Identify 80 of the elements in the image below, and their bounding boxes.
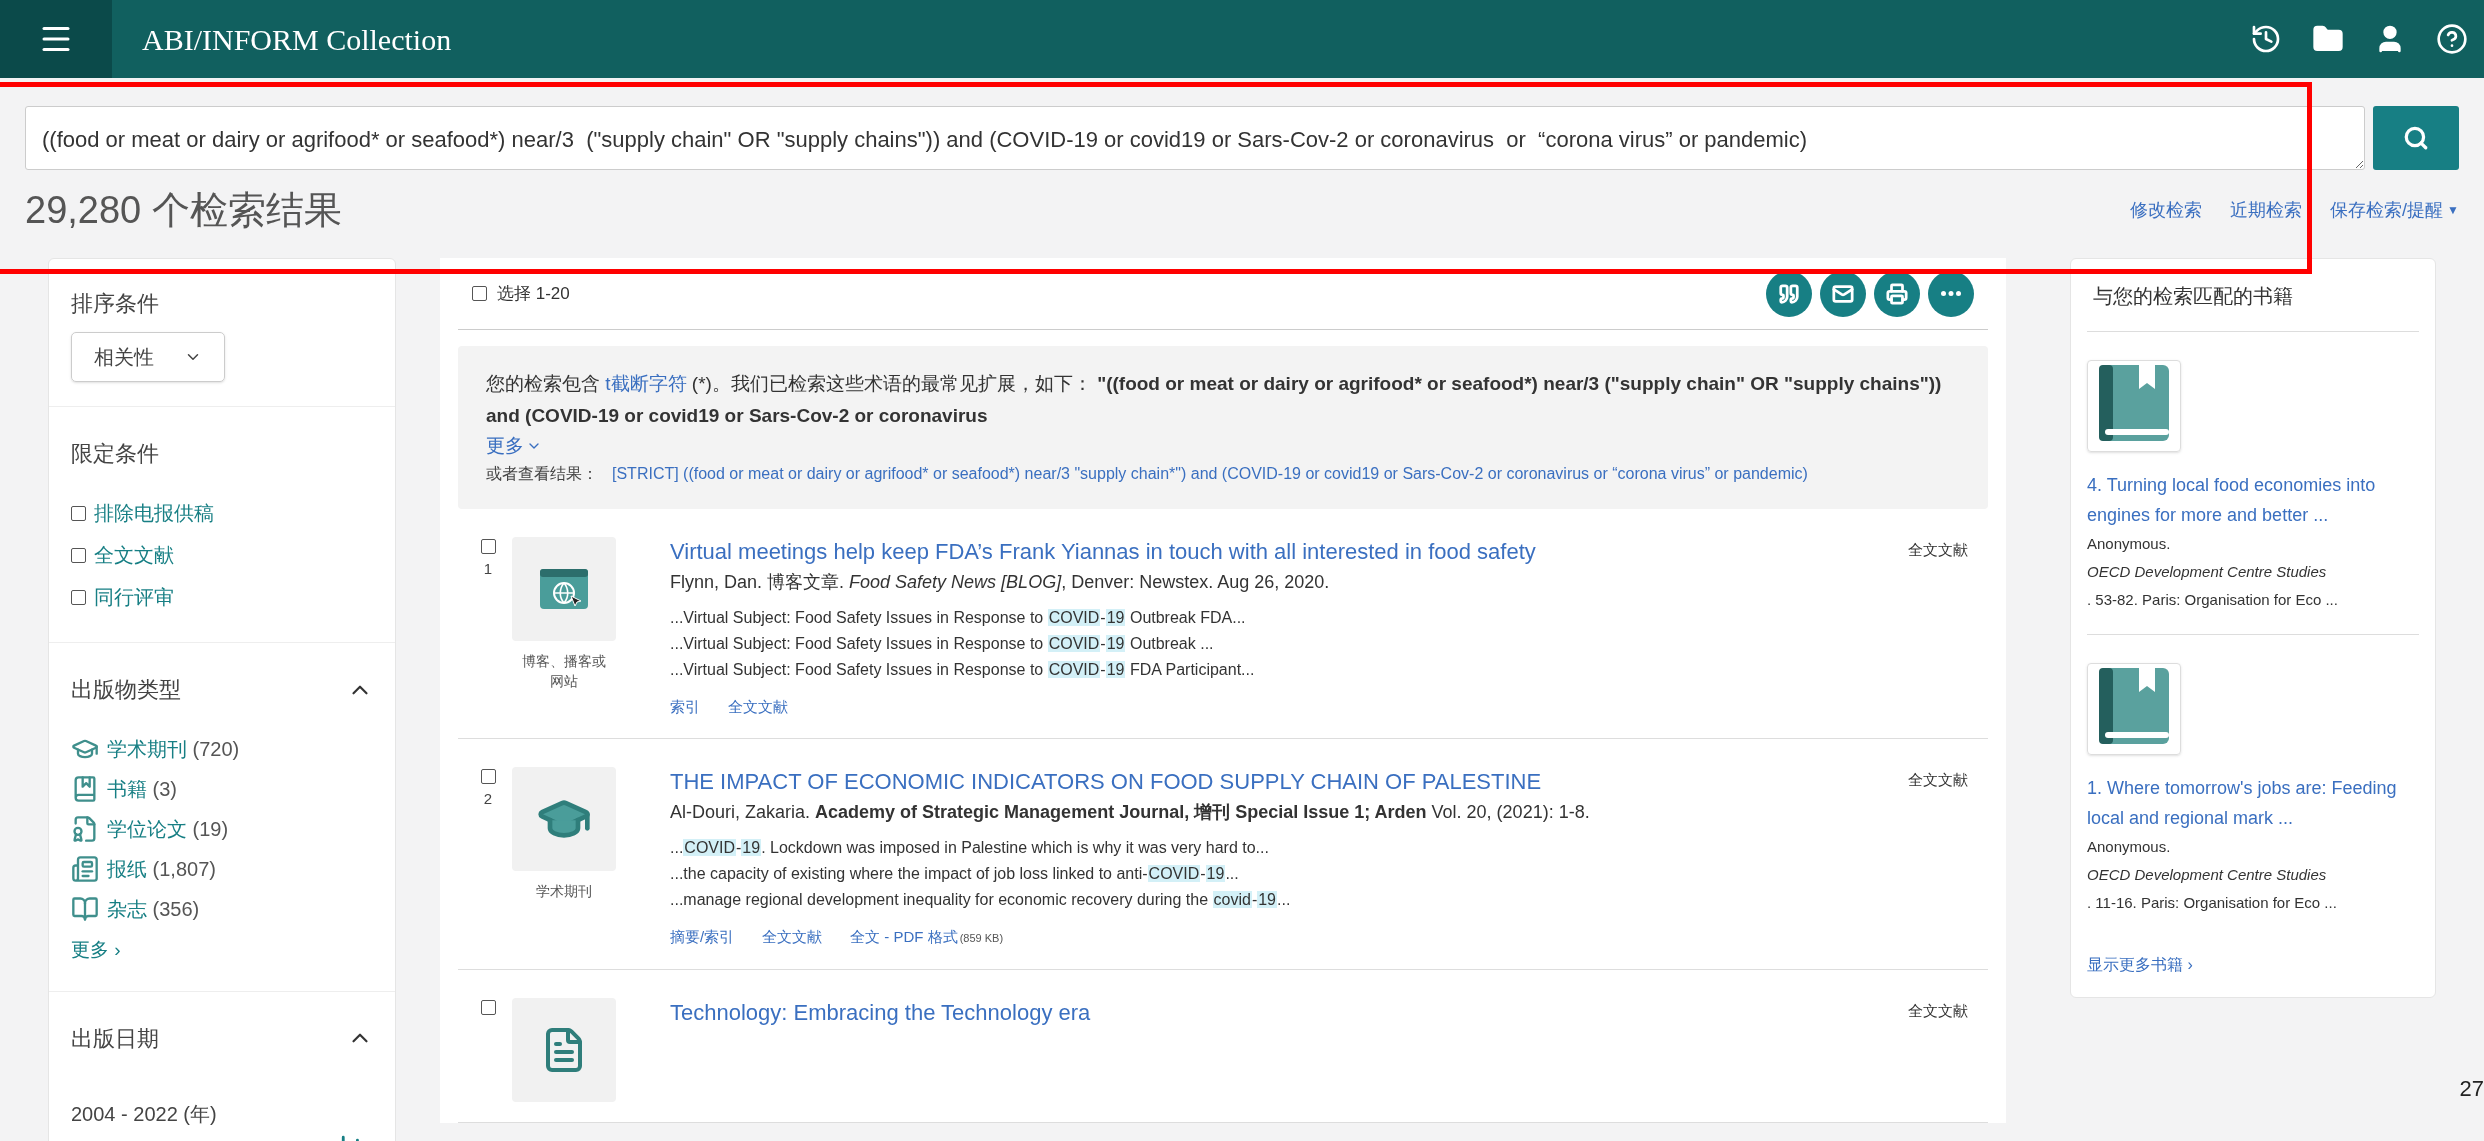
search-button[interactable] (2373, 106, 2459, 170)
alternate-results-label: 或者查看结果： (486, 464, 598, 482)
publication-type-link[interactable]: 报纸 (1,807) (107, 854, 216, 884)
quote-icon (1778, 282, 1800, 305)
result-title-link[interactable]: THE IMPACT OF ECONOMIC INDICATORS ON FOOD SUPPLY CHAIN OF PALESTINE (670, 767, 1894, 797)
search-field[interactable]: ((food or meat or dairy or agrifood* or seafood*) near/3 ("supply chain" OR "supply chains")) and (COVID-19 or covid19 or Sars-Cov-2 or coronavirus or “corona virus” or pandemic) (25, 106, 2365, 170)
book-title-link[interactable]: 1. Where tomorrow's jobs are: Feeding local and regional mark ... (2087, 773, 2419, 833)
more-link[interactable]: 更多 (486, 432, 1960, 461)
more-link[interactable]: 更多 › (71, 936, 373, 965)
book-series: OECD Development Centre Studies (2087, 562, 2328, 582)
select-all-label[interactable]: 选择 1-20 (497, 280, 570, 307)
result-title-link[interactable]: Technology: Embracing the Technology era (670, 997, 1894, 1028)
source-type-label: 学术期刊 (535, 882, 593, 901)
publication-type-link[interactable]: 杂志 (356) (107, 894, 200, 924)
limit-label: 限定条件 (71, 440, 160, 468)
menu-button[interactable] (0, 0, 112, 78)
checkbox[interactable] (71, 505, 86, 521)
book-title-link[interactable]: 4. Turning local food economies into engines for more and better ... (2087, 470, 2419, 530)
checkbox[interactable] (71, 589, 86, 605)
result-count: 29,280 个检索结果 (25, 187, 342, 233)
more-icon (1941, 291, 1961, 296)
panel-heading: 与您的检索匹配的书籍 (2087, 281, 2419, 332)
snippet-text: ...COVID-19. Lockdown was imposed in Palestine which is why it was very hard to... (670, 838, 1270, 858)
result-number: 1 (483, 558, 493, 579)
publication-type-link[interactable]: 学术期刊 (720) (107, 734, 240, 764)
snippet-text: ...the capacity of existing where the impact of job loss linked to anti-COVID-19... (670, 864, 1240, 884)
snippet-text: ...Virtual Subject: Food Safety Issues in Response to COVID-19 Outbreak FDA... (670, 607, 1247, 628)
snippet-text: ...Virtual Subject: Food Safety Issues in Response to COVID-19 Outbreak ... (670, 633, 1215, 654)
mail-icon (1832, 282, 1854, 305)
limit-option-link[interactable]: 全文文献 (94, 540, 174, 570)
publication-type-link[interactable]: 学位论文 (19) (107, 814, 229, 844)
citation-text: Flynn, Dan. 博客文章. Food Safety News [BLOG], Denver: Newstex. Aug 26, 2020. (670, 570, 1331, 594)
checkbox[interactable] (472, 286, 487, 301)
publication-type-link[interactable]: 书籍 (3) (107, 774, 177, 804)
magazine-icon (71, 895, 99, 923)
result-number: 2 (483, 789, 493, 809)
newspaper-icon (71, 855, 99, 883)
page-number: 27 (2459, 1075, 2484, 1103)
section-heading: 出版物类型 (71, 676, 181, 704)
limit-option-link[interactable]: 排除电报供稿 (94, 498, 214, 528)
result-link[interactable]: 全文 - PDF 格式(859 KB) (850, 926, 1004, 949)
history-icon[interactable] (2250, 23, 2282, 55)
truncation-link[interactable]: t截断字符 (605, 373, 687, 394)
app-title: ABI/INFORM Collection (142, 21, 452, 58)
result-title-link[interactable]: Virtual meetings help keep FDA’s Frank Yiannas in touch with all interested in food safety (670, 536, 1894, 567)
book-pages: . 53-82. Paris: Organisation for Eco ... (2087, 590, 2339, 610)
date-range-text: 2004 - 2022 (年) (71, 1101, 218, 1127)
search-icon (2403, 125, 2429, 151)
sort-dropdown[interactable]: 相关性 (71, 332, 225, 382)
notice-text: 您的检索包含 t截断字符 (*)。我们已检索这些术语的最常见扩展，如下： "((food or meat or dairy or agrifood* or seafood*) near/3 ("supply chain" OR "supply chains")) and (COVID-19 or covid19 or Sars-Cov-2 or coronavirus (486, 372, 1943, 428)
availability-label: 全文文献 (1908, 1000, 1968, 1021)
section-heading: 出版日期 (71, 1024, 159, 1053)
snippet-text: ...Virtual Subject: Food Safety Issues in Response to COVID-19 FDA Participant... (670, 659, 1256, 680)
citation-text: Al-Douri, Zakaria. Academy of Strategic Management Journal, 增刊 Special Issue 1; Arden Vol. 20, (2021): 1-8. (670, 801, 1591, 824)
book-pages: . 11-16. Paris: Organisation for Eco ... (2087, 893, 2338, 913)
availability-label: 全文文献 (1908, 539, 1968, 560)
certificate-document-icon (71, 815, 99, 843)
checkbox[interactable] (480, 769, 496, 784)
snippet-text: ...manage regional development inequality for economic recovery during the covid-19... (670, 890, 1292, 910)
book-series: OECD Development Centre Studies (2087, 865, 2328, 885)
checkbox[interactable] (480, 538, 496, 554)
result-link[interactable]: 摘要/索引 (670, 926, 735, 949)
result-link[interactable]: 全文文献 (728, 695, 788, 718)
availability-label: 全文文献 (1908, 770, 1968, 790)
strict-search-link[interactable]: [STRICT] ((food or meat or dairy or agrifood* or seafood*) near/3 "supply chain*") and (COVID-19 or covid19 or Sars-Cov-2 or coronavirus or “corona virus” or pandemic) (612, 464, 1808, 482)
checkbox[interactable] (480, 999, 496, 1015)
book-author: Anonymous. (2087, 534, 2172, 554)
result-link[interactable]: 全文文献 (762, 926, 823, 949)
show-more-books-link[interactable]: 显示更多书籍 › (2087, 953, 2419, 977)
result-link[interactable]: 索引 (670, 695, 700, 718)
sort-label: 排序条件 (71, 290, 159, 318)
checkbox[interactable] (71, 547, 86, 563)
search-action-link[interactable]: 近期检索 (2230, 196, 2303, 224)
source-type-label: 博客、播客或网站 (521, 651, 607, 691)
book-author: Anonymous. (2087, 837, 2172, 857)
search-action-link[interactable]: 保存检索/提醒 ▼ (2330, 196, 2459, 224)
search-action-link[interactable]: 修改检索 (2130, 196, 2203, 224)
help-icon[interactable] (2436, 23, 2468, 55)
limit-option-link[interactable]: 同行评审 (94, 582, 174, 612)
printer-icon (1886, 282, 1908, 305)
